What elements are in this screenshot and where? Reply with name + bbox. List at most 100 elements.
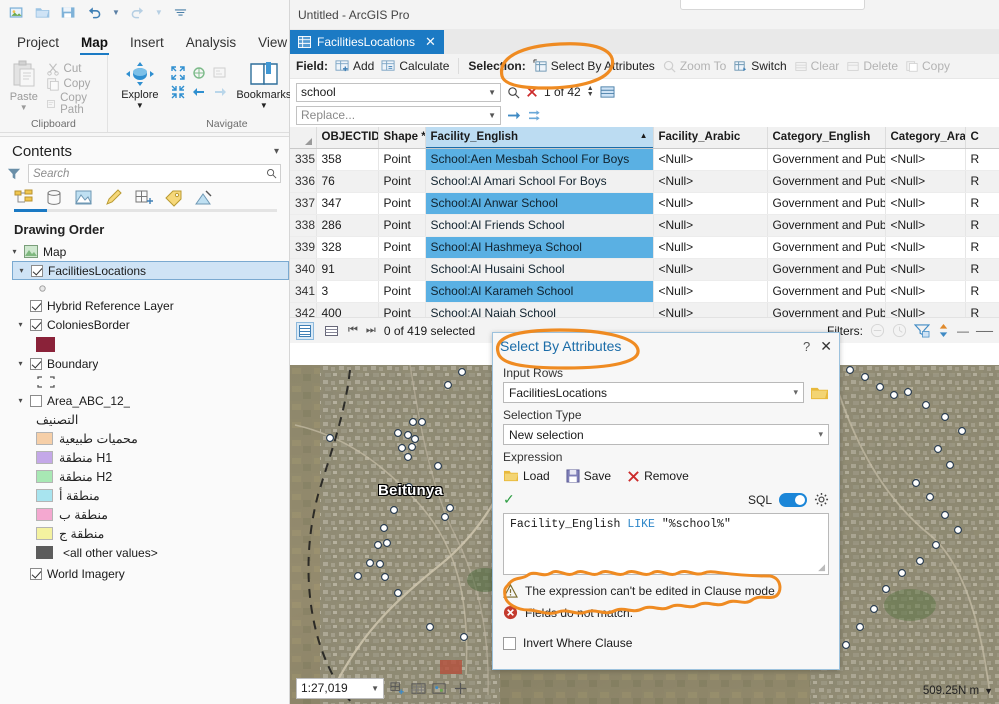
cell-partial[interactable]: R: [965, 170, 999, 192]
replace-input[interactable]: Replace... ▼: [296, 106, 501, 125]
next-record-button[interactable]: ⏭: [366, 324, 376, 337]
ribbon-tab-map[interactable]: Map: [70, 32, 119, 55]
cell-facility-english[interactable]: School:Al Karameh School: [425, 280, 653, 302]
cell-objectid[interactable]: 328: [316, 236, 378, 258]
save-as-icon[interactable]: [60, 4, 77, 21]
table-tab-facilitieslocations[interactable]: FacilitiesLocations ✕: [290, 30, 444, 54]
cell-facility-arabic[interactable]: <Null>: [653, 258, 767, 280]
filter-icon[interactable]: [6, 167, 22, 181]
cell-category-english[interactable]: Government and Public...: [767, 192, 885, 214]
fixed-zoom-in-icon[interactable]: [170, 65, 186, 81]
cell-category-english[interactable]: Government and Public...: [767, 214, 885, 236]
open-project-icon[interactable]: [34, 4, 51, 21]
cell-category-english[interactable]: Government and Public...: [767, 236, 885, 258]
remove-expression-button[interactable]: Remove: [627, 469, 689, 483]
find-input[interactable]: school ▼: [296, 83, 501, 102]
quick-access-toolbar[interactable]: ▼ ▼: [0, 0, 289, 25]
visibility-checkbox-area-abc-12[interactable]: [30, 395, 42, 407]
column-header-category-english[interactable]: Category_English: [767, 127, 885, 148]
cell-shape[interactable]: Point: [378, 192, 425, 214]
full-extent-icon[interactable]: [191, 65, 207, 81]
table-view-button[interactable]: [296, 322, 314, 340]
input-rows-dropdown-icon[interactable]: ▾: [793, 387, 798, 398]
select-by-attributes-dialog[interactable]: Select By Attributes ? ✕ Input Rows Faci…: [492, 332, 840, 670]
ribbon-tab-insert[interactable]: Insert: [119, 32, 175, 55]
column-header-facility-arabic[interactable]: Facility_Arabic: [653, 127, 767, 148]
previous-extent-icon[interactable]: [191, 84, 207, 100]
cell-category-arabic[interactable]: <Null>: [885, 236, 965, 258]
map-scale-selector[interactable]: 1:27,019 ▼: [296, 678, 384, 699]
toc-item-map[interactable]: ▾ Map: [6, 242, 289, 261]
visibility-checkbox-boundary[interactable]: [30, 358, 42, 370]
expression-editor[interactable]: Facility_English LIKE "%school%" ◢: [503, 513, 829, 575]
table-row[interactable]: 337 347 Point School:Al Anwar School <Nu…: [290, 192, 999, 214]
selection-type-dropdown-icon[interactable]: ▾: [818, 429, 823, 440]
table-row[interactable]: 336 76 Point School:Al Amari School For …: [290, 170, 999, 192]
cell-facility-arabic[interactable]: <Null>: [653, 170, 767, 192]
list-by-data-source-icon[interactable]: [44, 189, 64, 207]
toc-item-boundary[interactable]: ▾ Boundary: [12, 354, 289, 373]
filter-time-icon[interactable]: [892, 323, 907, 338]
match-stepper[interactable]: ▲▼: [587, 86, 594, 98]
dialog-help-button[interactable]: ?: [793, 339, 820, 354]
find-dropdown-icon[interactable]: ▼: [488, 88, 496, 97]
browse-folder-icon[interactable]: [810, 385, 829, 401]
cell-facility-arabic[interactable]: <Null>: [653, 192, 767, 214]
add-point-icon[interactable]: [453, 681, 468, 696]
resize-grip-icon[interactable]: ◢: [818, 563, 825, 573]
invert-where-clause-row[interactable]: Invert Where Clause: [503, 636, 829, 650]
coordinates-dropdown-icon[interactable]: ▼: [984, 686, 993, 696]
replace-dropdown-icon[interactable]: ▼: [488, 111, 496, 120]
cell-facility-arabic[interactable]: <Null>: [653, 148, 767, 170]
cell-objectid[interactable]: 347: [316, 192, 378, 214]
list-by-editing-icon[interactable]: [104, 189, 124, 207]
attribute-grid[interactable]: OBJECTID * Shape * Facility_English ▲ Fa…: [290, 127, 999, 317]
replace-all-icon[interactable]: [528, 109, 543, 122]
cell-category-arabic[interactable]: <Null>: [885, 170, 965, 192]
toc-item-area-abc-12[interactable]: ▾ Area_ABC_12_: [12, 391, 289, 410]
visibility-checkbox-coloniesborder[interactable]: [30, 319, 42, 331]
contents-tool-strip[interactable]: [0, 183, 289, 207]
sql-mode-toggle[interactable]: [779, 493, 807, 507]
close-tab-icon[interactable]: ✕: [425, 34, 436, 50]
list-by-snapping-icon[interactable]: [134, 189, 154, 207]
scale-dropdown-icon[interactable]: ▼: [371, 684, 379, 693]
gear-icon[interactable]: [814, 492, 829, 507]
replace-one-icon[interactable]: [507, 109, 522, 122]
ribbon-tab-analysis[interactable]: Analysis: [175, 32, 247, 55]
column-header-facility-english[interactable]: Facility_English ▲: [425, 127, 653, 148]
switch-selection-button[interactable]: Switch: [733, 59, 786, 73]
expand-icon-area-abc-12[interactable]: ▾: [16, 396, 25, 405]
find-search-icon[interactable]: [507, 86, 520, 99]
visibility-checkbox-world-imagery[interactable]: [30, 568, 42, 580]
cell-category-english[interactable]: Government and Public...: [767, 280, 885, 302]
navigate-zoom-tools-2[interactable]: [170, 84, 228, 100]
toc-item-coloniesborder[interactable]: ▾ ColoniesBorder: [12, 315, 289, 334]
column-header-objectid[interactable]: OBJECTID *: [316, 127, 378, 148]
navigate-zoom-tools[interactable]: [170, 65, 228, 81]
cell-facility-english[interactable]: School:Al Anwar School: [425, 192, 653, 214]
explore-button[interactable]: Explore ▼: [118, 59, 162, 110]
cell-objectid[interactable]: 3: [316, 280, 378, 302]
sort-icon[interactable]: [937, 323, 950, 338]
sql-toggle-group[interactable]: SQL: [748, 492, 829, 507]
cut-button[interactable]: Cut: [46, 62, 101, 76]
calculate-field-button[interactable]: Calculate: [381, 59, 449, 73]
cell-facility-english[interactable]: School:Al Husaini School: [425, 258, 653, 280]
table-tabstrip[interactable]: FacilitiesLocations ✕: [290, 30, 999, 54]
visibility-checkbox-hybrid-reference-layer[interactable]: [30, 300, 42, 312]
open-attribute-table-icon[interactable]: [411, 681, 426, 696]
table-row[interactable]: 335 358 Point School:Aen Mesbah School F…: [290, 148, 999, 170]
cell-category-arabic[interactable]: <Null>: [885, 148, 965, 170]
redo-icon[interactable]: [129, 4, 146, 21]
clear-find-icon[interactable]: [526, 86, 538, 98]
table-row[interactable]: 339 328 Point School:Al Hashmeya School …: [290, 236, 999, 258]
dialog-close-button[interactable]: ✕: [820, 338, 832, 355]
cell-category-arabic[interactable]: <Null>: [885, 280, 965, 302]
expand-icon-coloniesborder[interactable]: ▾: [16, 320, 25, 329]
selection-type-select[interactable]: New selection ▾: [503, 424, 829, 445]
bookmarks-button[interactable]: Bookmarks ▼: [236, 59, 292, 110]
load-expression-button[interactable]: Load: [503, 469, 550, 483]
find-options-icon[interactable]: [600, 85, 615, 99]
contents-collapse-icon[interactable]: ▾: [274, 146, 279, 157]
